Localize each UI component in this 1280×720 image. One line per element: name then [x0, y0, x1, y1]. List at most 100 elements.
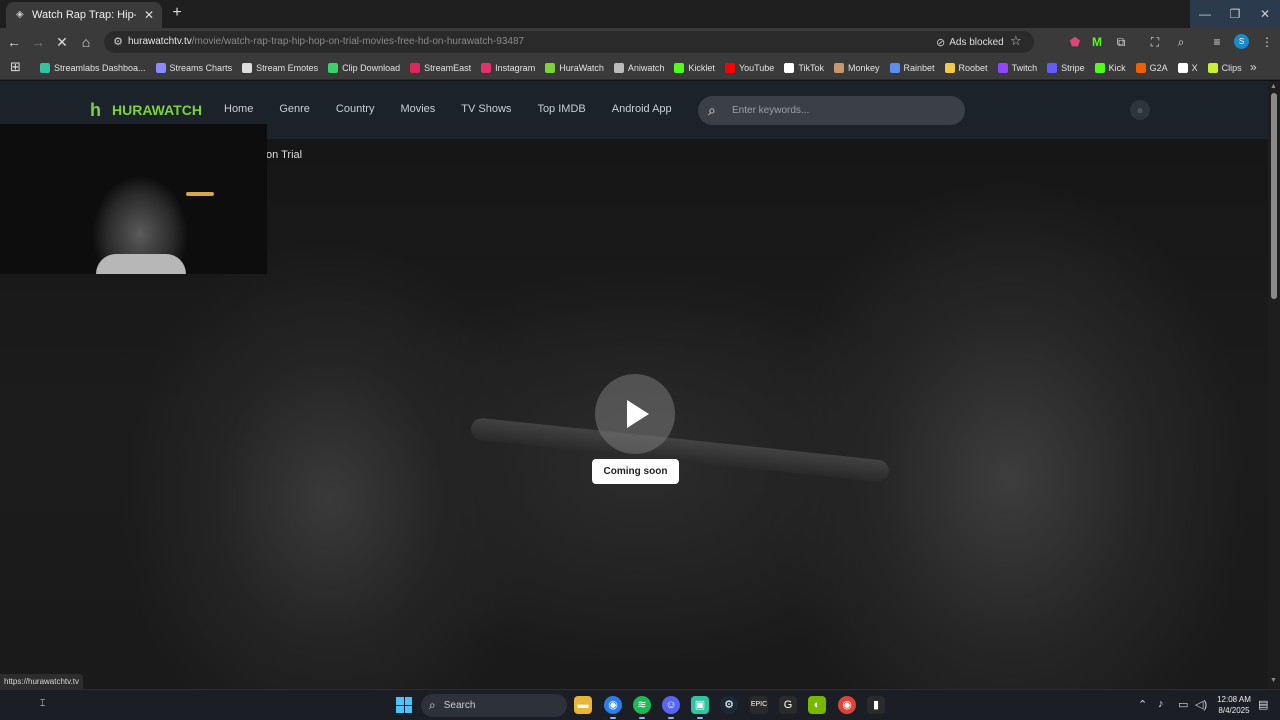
- bookmark-item[interactable]: Kick: [1094, 63, 1126, 73]
- nav-item-android-app[interactable]: Android App: [612, 103, 672, 115]
- windows-start-icon[interactable]: [396, 697, 412, 713]
- bookmark-item[interactable]: Kicklet: [674, 63, 715, 73]
- bookmark-favicon-icon: [242, 63, 253, 73]
- forward-button[interactable]: →: [28, 32, 48, 52]
- cast-icon[interactable]: ⛶: [1146, 33, 1164, 51]
- media-controls-icon[interactable]: ≡: [1208, 33, 1226, 51]
- restore-button[interactable]: ❐: [1220, 0, 1250, 28]
- play-button[interactable]: [595, 374, 675, 454]
- user-account-icon[interactable]: ●: [1130, 100, 1150, 120]
- window-close-button[interactable]: ✕: [1250, 0, 1280, 28]
- ads-blocked-icon: ⊘: [936, 36, 946, 49]
- epic-games-icon[interactable]: EPIC: [750, 696, 768, 714]
- apps-grid-icon[interactable]: ⊞: [10, 60, 24, 74]
- microphone-icon[interactable]: ♪: [1158, 698, 1164, 710]
- lens-icon[interactable]: ⌕: [1172, 33, 1190, 51]
- bookmark-item[interactable]: Instagram: [481, 63, 535, 73]
- bookmark-item[interactable]: G2A: [1135, 63, 1168, 73]
- tab-close-icon[interactable]: ✕: [142, 8, 156, 22]
- nav-item-top-imdb[interactable]: Top IMDB: [537, 103, 585, 115]
- taskbar-clock[interactable]: 12:08 AM 8/4/2025: [1214, 694, 1254, 716]
- bookmark-favicon-icon: [1094, 63, 1105, 73]
- bookmark-star-icon[interactable]: ☆: [1010, 33, 1022, 49]
- bookmark-item[interactable]: Stripe: [1047, 63, 1085, 73]
- extension-shield-icon[interactable]: ⬟: [1066, 33, 1084, 51]
- bookmark-favicon-icon: [724, 63, 735, 73]
- nav-item-home[interactable]: Home: [224, 103, 253, 115]
- browser-tab[interactable]: ◈ Watch Rap Trap: Hip-Hop on Tr ✕: [6, 2, 162, 28]
- coming-soon-badge: Coming soon: [592, 459, 679, 484]
- breadcrumb-current: on Trial: [266, 149, 303, 161]
- mouse-cursor-icon: ⌶: [40, 698, 46, 708]
- tray-overflow-icon[interactable]: ⌃: [1138, 698, 1147, 711]
- search-icon[interactable]: ⌕: [708, 102, 716, 119]
- home-button[interactable]: ⌂: [76, 32, 96, 52]
- browser-tab-strip: ◈ Watch Rap Trap: Hip-Hop on Tr ✕ + — ❐ …: [0, 0, 1280, 28]
- scroll-up-icon[interactable]: ▲: [1270, 83, 1277, 90]
- bookmark-favicon-icon: [40, 63, 50, 73]
- chrome-alt-icon[interactable]: ◉: [838, 696, 856, 714]
- bookmark-item[interactable]: X: [1177, 63, 1198, 73]
- back-button[interactable]: ←: [4, 32, 24, 52]
- tab-title: Watch Rap Trap: Hip-Hop on Tr: [32, 9, 136, 21]
- streamlabs-icon[interactable]: ▣: [691, 696, 709, 719]
- profile-avatar[interactable]: S: [1234, 34, 1249, 49]
- bookmark-item[interactable]: Rainbet: [889, 63, 935, 73]
- page-scrollbar[interactable]: ▲ ▼: [1268, 81, 1280, 689]
- bookmark-item[interactable]: Monkey: [833, 63, 880, 73]
- site-favicon-icon: ◈: [16, 9, 24, 20]
- search-input[interactable]: [732, 103, 952, 118]
- bookmark-item[interactable]: Aniwatch: [613, 63, 664, 73]
- file-explorer-icon[interactable]: ▬: [574, 696, 592, 714]
- webcam-person: [96, 254, 186, 274]
- audio-app-icon[interactable]: ▮: [867, 696, 885, 714]
- bookmark-item[interactable]: StreamEast: [410, 63, 471, 73]
- chrome-icon[interactable]: ◉: [604, 696, 622, 719]
- stop-loading-button[interactable]: ✕: [52, 32, 72, 52]
- bookmark-favicon-icon: [481, 63, 492, 73]
- discord-icon[interactable]: ☺: [662, 696, 680, 719]
- site-info-icon[interactable]: ⚙: [110, 34, 126, 50]
- steam-icon[interactable]: ⚙: [720, 696, 738, 714]
- chrome-menu-icon[interactable]: ⋮: [1258, 33, 1276, 51]
- bookmark-favicon-icon: [328, 63, 339, 73]
- extension-kick-icon[interactable]: M: [1088, 33, 1106, 51]
- taskbar-search[interactable]: ⌕ Search: [421, 694, 567, 717]
- extensions-puzzle-icon[interactable]: ⧉: [1112, 33, 1130, 51]
- bookmark-item[interactable]: Clip Download: [328, 63, 400, 73]
- nav-item-tv-shows[interactable]: TV Shows: [461, 103, 511, 115]
- bookmark-item[interactable]: HuraWatch: [545, 63, 604, 73]
- main-nav: Home Genre Country Movies TV Shows Top IMDB An…: [224, 103, 672, 115]
- search-box[interactable]: ⌕: [698, 96, 965, 125]
- volume-icon[interactable]: ◁): [1195, 698, 1207, 711]
- bookmark-item[interactable]: Clips: [1207, 63, 1242, 73]
- bookmark-item[interactable]: Streamlabs Dashboa...: [40, 63, 146, 73]
- site-logo[interactable]: h HURAWATCH: [90, 99, 202, 121]
- spotify-icon[interactable]: ≋: [633, 696, 651, 719]
- notifications-icon[interactable]: ▤: [1258, 698, 1268, 711]
- minimize-button[interactable]: —: [1190, 0, 1220, 28]
- bookmark-item[interactable]: YouTube: [724, 63, 774, 73]
- bookmark-item[interactable]: TikTok: [784, 63, 824, 73]
- bookmarks-bar: ⊞ Streamlabs Dashboa... Streams Charts Str…: [0, 56, 1280, 80]
- nvidia-icon[interactable]: ◐: [808, 696, 826, 714]
- hero-microphone-shape: [470, 417, 890, 483]
- bookmark-item[interactable]: Roobet: [944, 63, 988, 73]
- scrollbar-thumb[interactable]: [1271, 93, 1277, 299]
- bookmark-item[interactable]: Twitch: [997, 63, 1037, 73]
- nav-item-movies[interactable]: Movies: [400, 103, 435, 115]
- network-icon[interactable]: ▭: [1178, 698, 1188, 711]
- nav-item-genre[interactable]: Genre: [279, 103, 310, 115]
- bookmark-item[interactable]: Stream Emotes: [242, 63, 318, 73]
- address-bar[interactable]: ⚙ hurawatchtv.tv/movie/watch-rap-trap-hi…: [104, 31, 1034, 53]
- ads-blocked-indicator[interactable]: ⊘ Ads blocked: [936, 34, 1004, 50]
- nav-item-country[interactable]: Country: [336, 103, 375, 115]
- bookmark-item[interactable]: Streams Charts: [155, 63, 232, 73]
- g-hub-icon[interactable]: G: [779, 696, 797, 714]
- bookmark-favicon-icon: [889, 63, 900, 73]
- scroll-down-icon[interactable]: ▼: [1270, 677, 1277, 684]
- new-tab-button[interactable]: +: [168, 4, 186, 22]
- windows-taskbar: ⌶ ⌕ Search ▬ ◉ ≋ ☺ ▣ ⚙ EPIC G ◐ ◉ ▮ ⌃ ♪ …: [0, 689, 1280, 720]
- bookmarks-overflow-icon[interactable]: »: [1250, 60, 1257, 74]
- url-text[interactable]: hurawatchtv.tv/movie/watch-rap-trap-hip-…: [128, 36, 524, 47]
